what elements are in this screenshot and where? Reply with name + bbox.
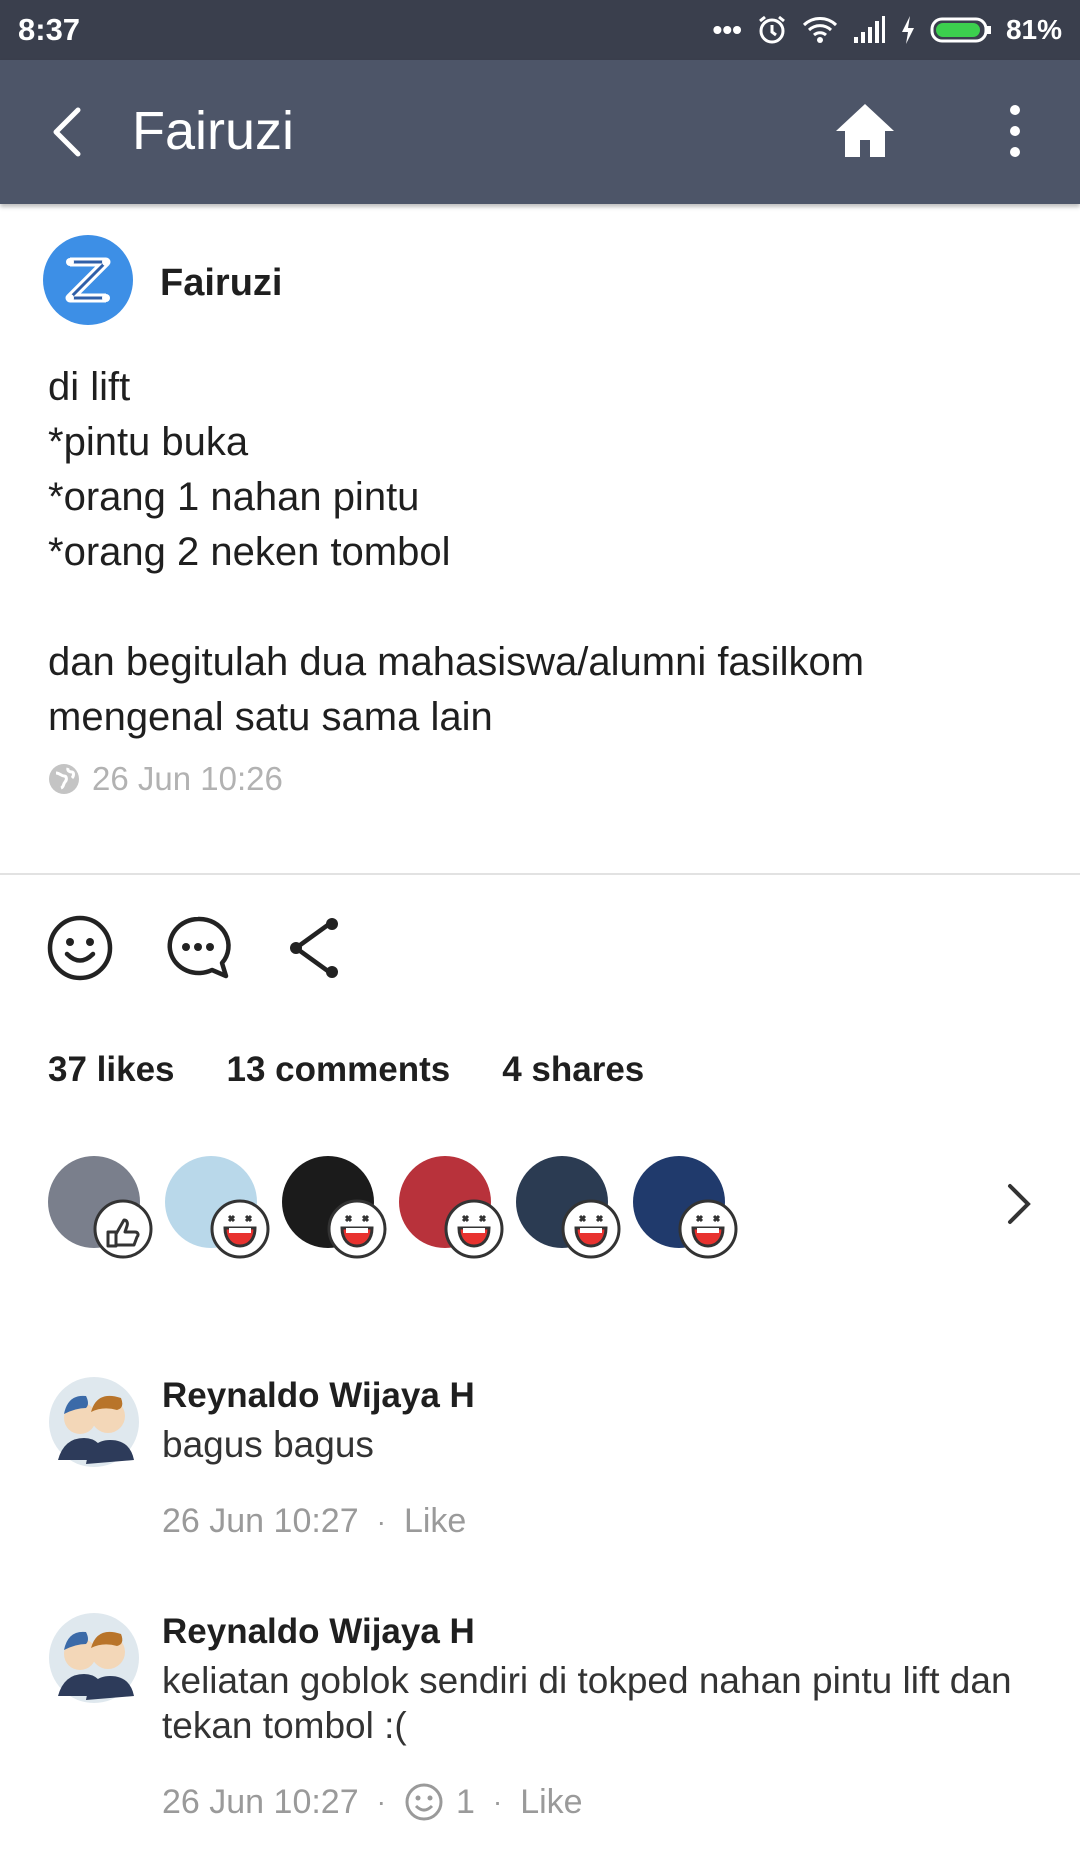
laugh-icon [210, 1199, 270, 1259]
status-bar: 8:37 ••• 81% [0, 0, 1080, 60]
share-icon[interactable] [282, 914, 350, 982]
react-smile-icon[interactable] [46, 914, 114, 982]
page-title: Fairuzi [132, 101, 295, 161]
liker-avatar[interactable] [633, 1156, 738, 1259]
post-actions [46, 914, 350, 982]
laugh-icon [327, 1199, 387, 1259]
comment-time: 26 Jun 10:27 [162, 1782, 359, 1821]
signal-icon [853, 16, 885, 43]
post-timestamp: 26 Jun 10:26 [48, 760, 283, 798]
comment-like-button[interactable]: Like [520, 1783, 582, 1822]
comment-text: bagus bagus [162, 1424, 374, 1465]
post-line: dan begitulah dua mahasiswa/alumni fasil… [48, 640, 865, 684]
liker-avatar[interactable] [48, 1156, 153, 1259]
post-text: di lift *pintu buka *orang 1 nahan pintu… [48, 360, 1048, 745]
comment-meta: 26 Jun 10:27 · 1 · Like [162, 1782, 583, 1822]
separator-dot: · [492, 1786, 503, 1817]
post-line: *pintu buka [48, 420, 249, 464]
avatar[interactable] [48, 1612, 140, 1704]
smile-icon[interactable] [404, 1782, 444, 1822]
charging-icon [901, 16, 914, 44]
liker-avatar[interactable] [399, 1156, 504, 1259]
divider [0, 873, 1080, 875]
comment-like-button[interactable]: Like [404, 1502, 466, 1541]
comment-icon[interactable] [164, 914, 232, 982]
chevron-right-icon[interactable] [998, 1180, 1038, 1228]
thumbs-up-sticker-icon [93, 1199, 153, 1259]
laugh-icon [678, 1199, 738, 1259]
comment-meta: 26 Jun 10:27 · Like [162, 1502, 466, 1541]
wifi-icon [802, 17, 837, 43]
battery-icon [930, 17, 991, 43]
liker-avatar[interactable] [165, 1156, 270, 1259]
avatar[interactable] [42, 234, 134, 326]
globe-icon [49, 764, 79, 794]
likers-row [48, 1156, 1048, 1266]
comments-count[interactable]: 13 comments [227, 1050, 451, 1090]
likes-count[interactable]: 37 likes [48, 1050, 175, 1090]
post-stats: 37 likes 13 comments 4 shares [48, 1050, 644, 1090]
shares-count[interactable]: 4 shares [502, 1050, 644, 1090]
post-author-name[interactable]: Fairuzi [160, 262, 282, 305]
separator-dot: · [376, 1505, 386, 1537]
status-icons: ••• 81% [713, 10, 1062, 50]
status-time: 8:37 [18, 12, 81, 47]
liker-avatar[interactable] [516, 1156, 621, 1259]
laugh-icon [444, 1199, 504, 1259]
comment-author[interactable]: Reynaldo Wijaya H [162, 1612, 475, 1652]
post-line: di lift [48, 365, 131, 409]
laugh-icon [561, 1199, 621, 1259]
comment-reaction-count: 1 [455, 1782, 475, 1821]
back-icon[interactable] [38, 102, 98, 162]
separator-dot: · [376, 1786, 386, 1817]
comment-text: keliatan goblok sendiri di tokped nahan … [162, 1660, 1012, 1746]
title-bar: Fairuzi [0, 60, 1080, 204]
battery-percent: 81% [1005, 14, 1062, 45]
post-line: mengenal satu sama lain [48, 695, 493, 739]
post-line [48, 580, 1048, 635]
more-options-icon[interactable] [990, 98, 1040, 164]
comment-author[interactable]: Reynaldo Wijaya H [162, 1376, 475, 1416]
avatar[interactable] [48, 1376, 140, 1468]
post-time-text: 26 Jun 10:26 [92, 760, 283, 797]
post-line: *orang 2 neken tombol [48, 530, 451, 574]
alarm-icon [759, 15, 785, 44]
post-line: *orang 1 nahan pintu [48, 475, 420, 519]
more-notifications-icon: ••• [712, 14, 742, 45]
comment-time: 26 Jun 10:27 [162, 1502, 359, 1540]
home-icon[interactable] [832, 98, 898, 164]
liker-avatar[interactable] [282, 1156, 387, 1259]
